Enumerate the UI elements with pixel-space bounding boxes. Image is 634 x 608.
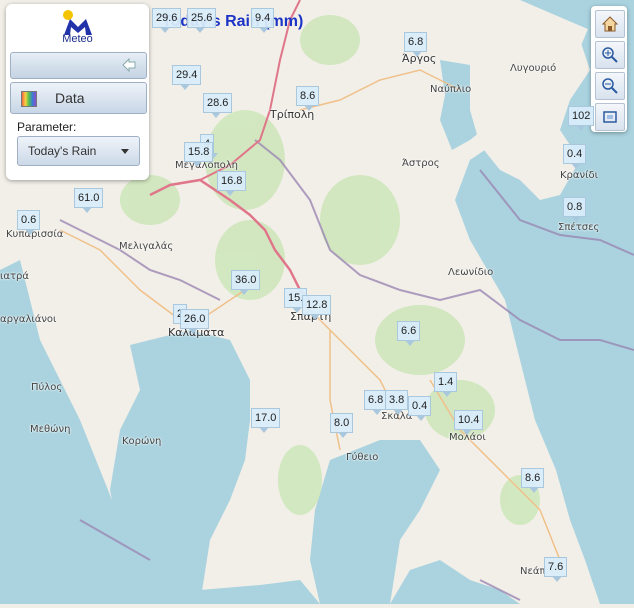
marker-pointer (25, 229, 35, 235)
zoom-out-icon (602, 78, 618, 94)
rain-value: 29.4 (172, 65, 202, 85)
place-label: αργαλιάνοι (0, 314, 57, 325)
rain-value: 61.0 (74, 188, 104, 208)
zoom-toolbar (591, 6, 627, 132)
full-extent-icon (603, 111, 617, 123)
rain-value: 9.4 (251, 8, 275, 28)
rain-value: 3.8 (385, 390, 409, 410)
rain-value: 16.8 (217, 171, 247, 191)
marker-pointer (239, 289, 249, 295)
marker-pointer (225, 190, 235, 196)
rain-value: 6.6 (397, 321, 421, 341)
rain-value: 26.0 (180, 309, 210, 329)
marker-pointer (571, 216, 581, 222)
rain-value: 0.6 (17, 210, 41, 230)
rain-value: 0.4 (408, 396, 432, 416)
zoom-extent-button[interactable] (595, 103, 625, 131)
rain-value: 102 (568, 106, 595, 126)
place-label: Πύλος (31, 382, 63, 393)
rain-value: 36.0 (231, 270, 261, 290)
marker-pointer (192, 161, 202, 167)
marker-pointer (372, 409, 382, 415)
control-panel: Meteo Data Parameter: Today's Rain (6, 4, 149, 180)
rain-value: 8.0 (330, 413, 354, 433)
rain-value: 28.6 (203, 93, 233, 113)
place-label: Γύθειο (346, 452, 379, 463)
rain-value: 6.8 (364, 390, 388, 410)
place-label: Μεθώνη (30, 424, 71, 435)
place-label: Λεωνίδιο (448, 267, 494, 278)
place-label: Λυγουριό (510, 63, 557, 74)
marker-pointer (195, 27, 205, 33)
chevron-down-icon (121, 149, 129, 154)
parameter-label: Parameter: (17, 120, 77, 134)
place-label: ιατρά (0, 271, 29, 282)
zoom-out-button[interactable] (595, 72, 625, 100)
rain-value: 0.4 (563, 144, 587, 164)
place-label: Μελιγαλάς (119, 241, 174, 252)
home-button[interactable] (595, 10, 625, 38)
marker-pointer (393, 409, 403, 415)
marker-pointer (416, 415, 426, 421)
palette-icon (21, 91, 37, 107)
marker-pointer (571, 163, 581, 169)
back-button[interactable] (10, 52, 147, 79)
marker-pointer (529, 487, 539, 493)
rain-value: 8.6 (296, 86, 320, 106)
rain-value: 12.8 (302, 295, 332, 315)
marker-pointer (552, 576, 562, 582)
marker-pointer (304, 105, 314, 111)
rain-value: 1.4 (434, 372, 458, 392)
logo-text: Meteo (62, 33, 93, 45)
marker-pointer (188, 328, 198, 334)
marker-pointer (180, 84, 190, 90)
rain-value: 17.0 (251, 408, 281, 428)
marker-pointer (405, 340, 415, 346)
marker-pointer (259, 27, 269, 33)
place-label: Σπέτσες (558, 222, 600, 233)
data-button-label: Data (55, 90, 85, 106)
marker-pointer (310, 314, 320, 320)
place-label: Άστρος (402, 158, 440, 169)
marker-pointer (338, 432, 348, 438)
parameter-select-value: Today's Rain (28, 144, 97, 158)
map-title: Today's Rain (mm) (162, 13, 304, 30)
rain-value: 29.6 (152, 8, 182, 28)
marker-pointer (259, 427, 269, 433)
marker-pointer (412, 51, 422, 57)
rain-value: 8.6 (521, 468, 545, 488)
place-label: Κρανίδι (560, 170, 598, 181)
home-icon (601, 16, 619, 32)
marker-pointer (576, 125, 586, 131)
place-label: Ναύπλιο (430, 84, 472, 95)
marker-pointer (211, 112, 221, 118)
rain-value: 6.8 (404, 32, 428, 52)
data-button[interactable]: Data (10, 82, 147, 114)
rain-value: 10.4 (454, 410, 484, 430)
place-label: Νεάπ (520, 566, 546, 577)
place-label: Κορώνη (122, 436, 162, 447)
marker-pointer (442, 391, 452, 397)
marker-pointer (160, 27, 170, 33)
marker-pointer (82, 207, 92, 213)
zoom-in-icon (602, 47, 618, 63)
rain-value: 7.6 (544, 557, 568, 577)
marker-pointer (292, 307, 302, 313)
parameter-select[interactable]: Today's Rain (17, 136, 140, 166)
rain-value: 25.6 (187, 8, 217, 28)
left-arrow-icon (122, 58, 136, 72)
rain-value: 0.8 (563, 197, 587, 217)
marker-pointer (462, 429, 472, 435)
zoom-in-button[interactable] (595, 41, 625, 69)
rain-value: 15.8 (184, 142, 214, 162)
